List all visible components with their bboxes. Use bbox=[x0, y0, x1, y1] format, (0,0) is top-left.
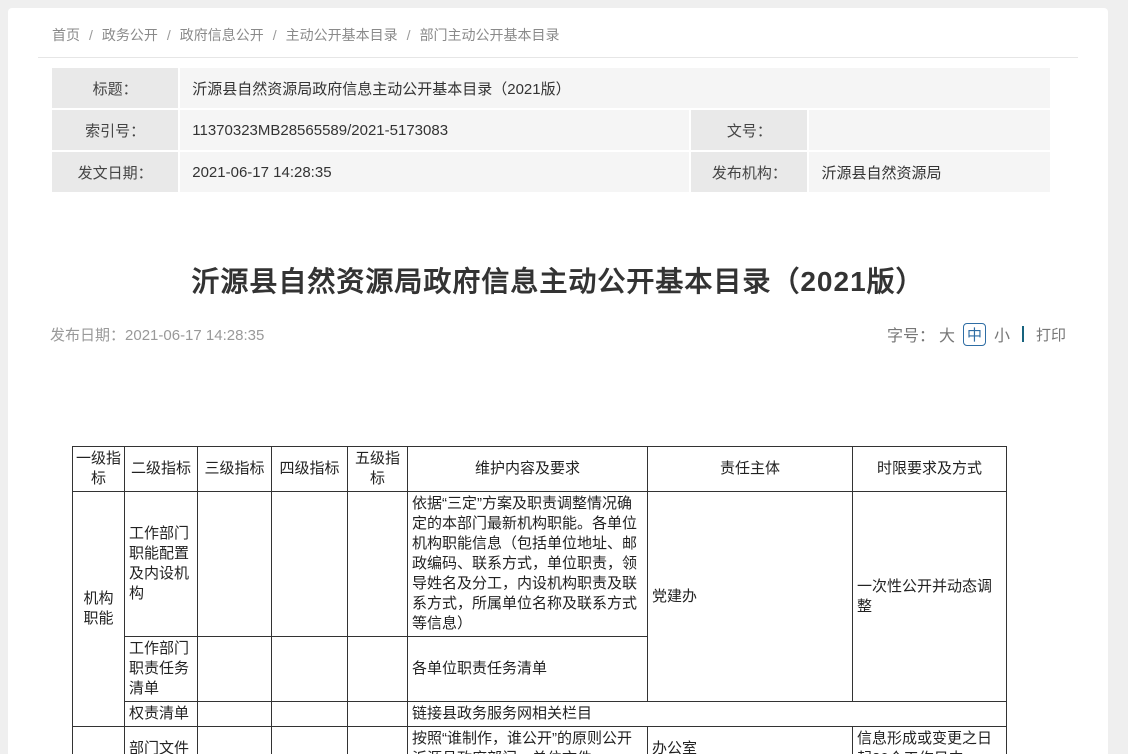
publish-date-label: 发布日期： bbox=[50, 327, 125, 344]
meta-docno-value bbox=[809, 110, 1050, 150]
table-row: 权责清单 链接县政务服务网相关栏目 bbox=[73, 702, 1007, 727]
empty-cell bbox=[272, 727, 348, 754]
header-level4: 四级指标 bbox=[272, 447, 348, 492]
empty-cell bbox=[272, 492, 348, 637]
cell-content: 链接县政务服务网相关栏目 bbox=[408, 702, 1007, 727]
breadcrumb-link-home[interactable]: 首页 bbox=[52, 27, 80, 43]
cell-level2: 工作部门职责任务清单 bbox=[125, 637, 198, 702]
article-meta-bar: 发布日期：2021-06-17 14:28:35 字号： 大 中 小 打印 bbox=[50, 322, 1066, 346]
header-level2: 二级指标 bbox=[125, 447, 198, 492]
meta-org-label: 发布机构： bbox=[691, 152, 807, 192]
breadcrumb-link-bumen-mulu[interactable]: 部门主动公开基本目录 bbox=[420, 27, 560, 43]
page-title: 沂源县自然资源局政府信息主动公开基本目录（2021版） bbox=[38, 260, 1078, 300]
meta-date-label: 发文日期： bbox=[52, 152, 178, 192]
fontsize-label: 字号： bbox=[887, 322, 935, 346]
header-owner: 责任主体 bbox=[648, 447, 853, 492]
breadcrumb: 首页 / 政务公开 / 政府信息公开 / 主动公开基本目录 / 部门主动公开基本目录 bbox=[38, 8, 1078, 58]
catalog-header-row: 一级指标 二级指标 三级指标 四级指标 五级指标 维护内容及要求 责任主体 时限… bbox=[73, 447, 1007, 492]
cell-level1-jigou: 机构职能 bbox=[73, 492, 125, 727]
empty-cell bbox=[348, 492, 408, 637]
empty-cell bbox=[198, 492, 272, 637]
meta-row-title: 标题： 沂源县自然资源局政府信息主动公开基本目录（2021版） bbox=[52, 68, 1050, 108]
meta-title-label: 标题： bbox=[52, 68, 178, 108]
cell-owner: 办公室 bbox=[648, 727, 853, 754]
cell-time: 一次性公开并动态调整 bbox=[853, 492, 1007, 702]
page-panel: 首页 / 政务公开 / 政府信息公开 / 主动公开基本目录 / 部门主动公开基本目录 标题： 沂… bbox=[8, 8, 1108, 754]
meta-date-value: 2021-06-17 14:28:35 bbox=[180, 152, 689, 192]
header-level5: 五级指标 bbox=[348, 447, 408, 492]
catalog-table-wrap: 一级指标 二级指标 三级指标 四级指标 五级指标 维护内容及要求 责任主体 时限… bbox=[38, 446, 1078, 754]
empty-cell bbox=[348, 727, 408, 754]
empty-cell bbox=[198, 727, 272, 754]
fontsize-medium-button[interactable]: 中 bbox=[963, 323, 986, 346]
fontsize-small-button[interactable]: 小 bbox=[994, 322, 1010, 346]
cell-level2: 部门文件 bbox=[125, 727, 198, 754]
catalog-table: 一级指标 二级指标 三级指标 四级指标 五级指标 维护内容及要求 责任主体 时限… bbox=[72, 446, 1007, 754]
meta-row-date: 发文日期： 2021-06-17 14:28:35 发布机构： 沂源县自然资源局 bbox=[52, 152, 1050, 192]
print-button[interactable]: 打印 bbox=[1036, 324, 1066, 345]
breadcrumb-separator: / bbox=[273, 27, 277, 43]
cell-level2: 工作部门职能配置及内设机构 bbox=[125, 492, 198, 637]
meta-index-value: 11370323MB28565589/2021-5173083 bbox=[180, 110, 689, 150]
fontsize-tools: 字号： 大 中 小 打印 bbox=[887, 322, 1066, 346]
meta-row-index: 索引号： 11370323MB28565589/2021-5173083 文号： bbox=[52, 110, 1050, 150]
empty-cell bbox=[272, 702, 348, 727]
header-level1: 一级指标 bbox=[73, 447, 125, 492]
header-level3: 三级指标 bbox=[198, 447, 272, 492]
breadcrumb-separator: / bbox=[407, 27, 411, 43]
meta-title-value: 沂源县自然资源局政府信息主动公开基本目录（2021版） bbox=[180, 68, 1050, 108]
breadcrumb-separator: / bbox=[167, 27, 171, 43]
cell-level2: 权责清单 bbox=[125, 702, 198, 727]
meta-org-value: 沂源县自然资源局 bbox=[809, 152, 1050, 192]
cell-content: 依据“三定”方案及职责调整情况确定的本部门最新机构职能。各单位机构职能信息（包括… bbox=[408, 492, 648, 637]
table-row: 机构职能 工作部门职能配置及内设机构 依据“三定”方案及职责调整情况确定的本部门… bbox=[73, 492, 1007, 637]
cell-content: 按照“谁制作，谁公开”的原则公开沂源县政府部门、单位文件 bbox=[408, 727, 648, 754]
cell-level1-empty bbox=[73, 727, 125, 754]
breadcrumb-link-xinxi[interactable]: 政府信息公开 bbox=[180, 27, 264, 43]
breadcrumb-link-mulu[interactable]: 主动公开基本目录 bbox=[286, 27, 398, 43]
empty-cell bbox=[348, 702, 408, 727]
breadcrumb-separator: / bbox=[89, 27, 93, 43]
divider bbox=[1022, 326, 1024, 342]
empty-cell bbox=[348, 637, 408, 702]
empty-cell bbox=[272, 637, 348, 702]
header-time: 时限要求及方式 bbox=[853, 447, 1007, 492]
publish-date-value: 2021-06-17 14:28:35 bbox=[125, 327, 264, 344]
cell-time: 信息形成或变更之日起20个工作日内 bbox=[853, 727, 1007, 754]
meta-index-label: 索引号： bbox=[52, 110, 178, 150]
cell-owner: 党建办 bbox=[648, 492, 853, 702]
breadcrumb-link-zhengwu[interactable]: 政务公开 bbox=[102, 27, 158, 43]
publish-date: 发布日期：2021-06-17 14:28:35 bbox=[50, 324, 264, 345]
empty-cell bbox=[198, 702, 272, 727]
header-content: 维护内容及要求 bbox=[408, 447, 648, 492]
meta-docno-label: 文号： bbox=[691, 110, 807, 150]
cell-content: 各单位职责任务清单 bbox=[408, 637, 648, 702]
table-row: 部门文件 按照“谁制作，谁公开”的原则公开沂源县政府部门、单位文件 办公室 信息… bbox=[73, 727, 1007, 754]
empty-cell bbox=[198, 637, 272, 702]
document-meta-table: 标题： 沂源县自然资源局政府信息主动公开基本目录（2021版） 索引号： 113… bbox=[50, 66, 1052, 194]
fontsize-large-button[interactable]: 大 bbox=[939, 322, 955, 346]
